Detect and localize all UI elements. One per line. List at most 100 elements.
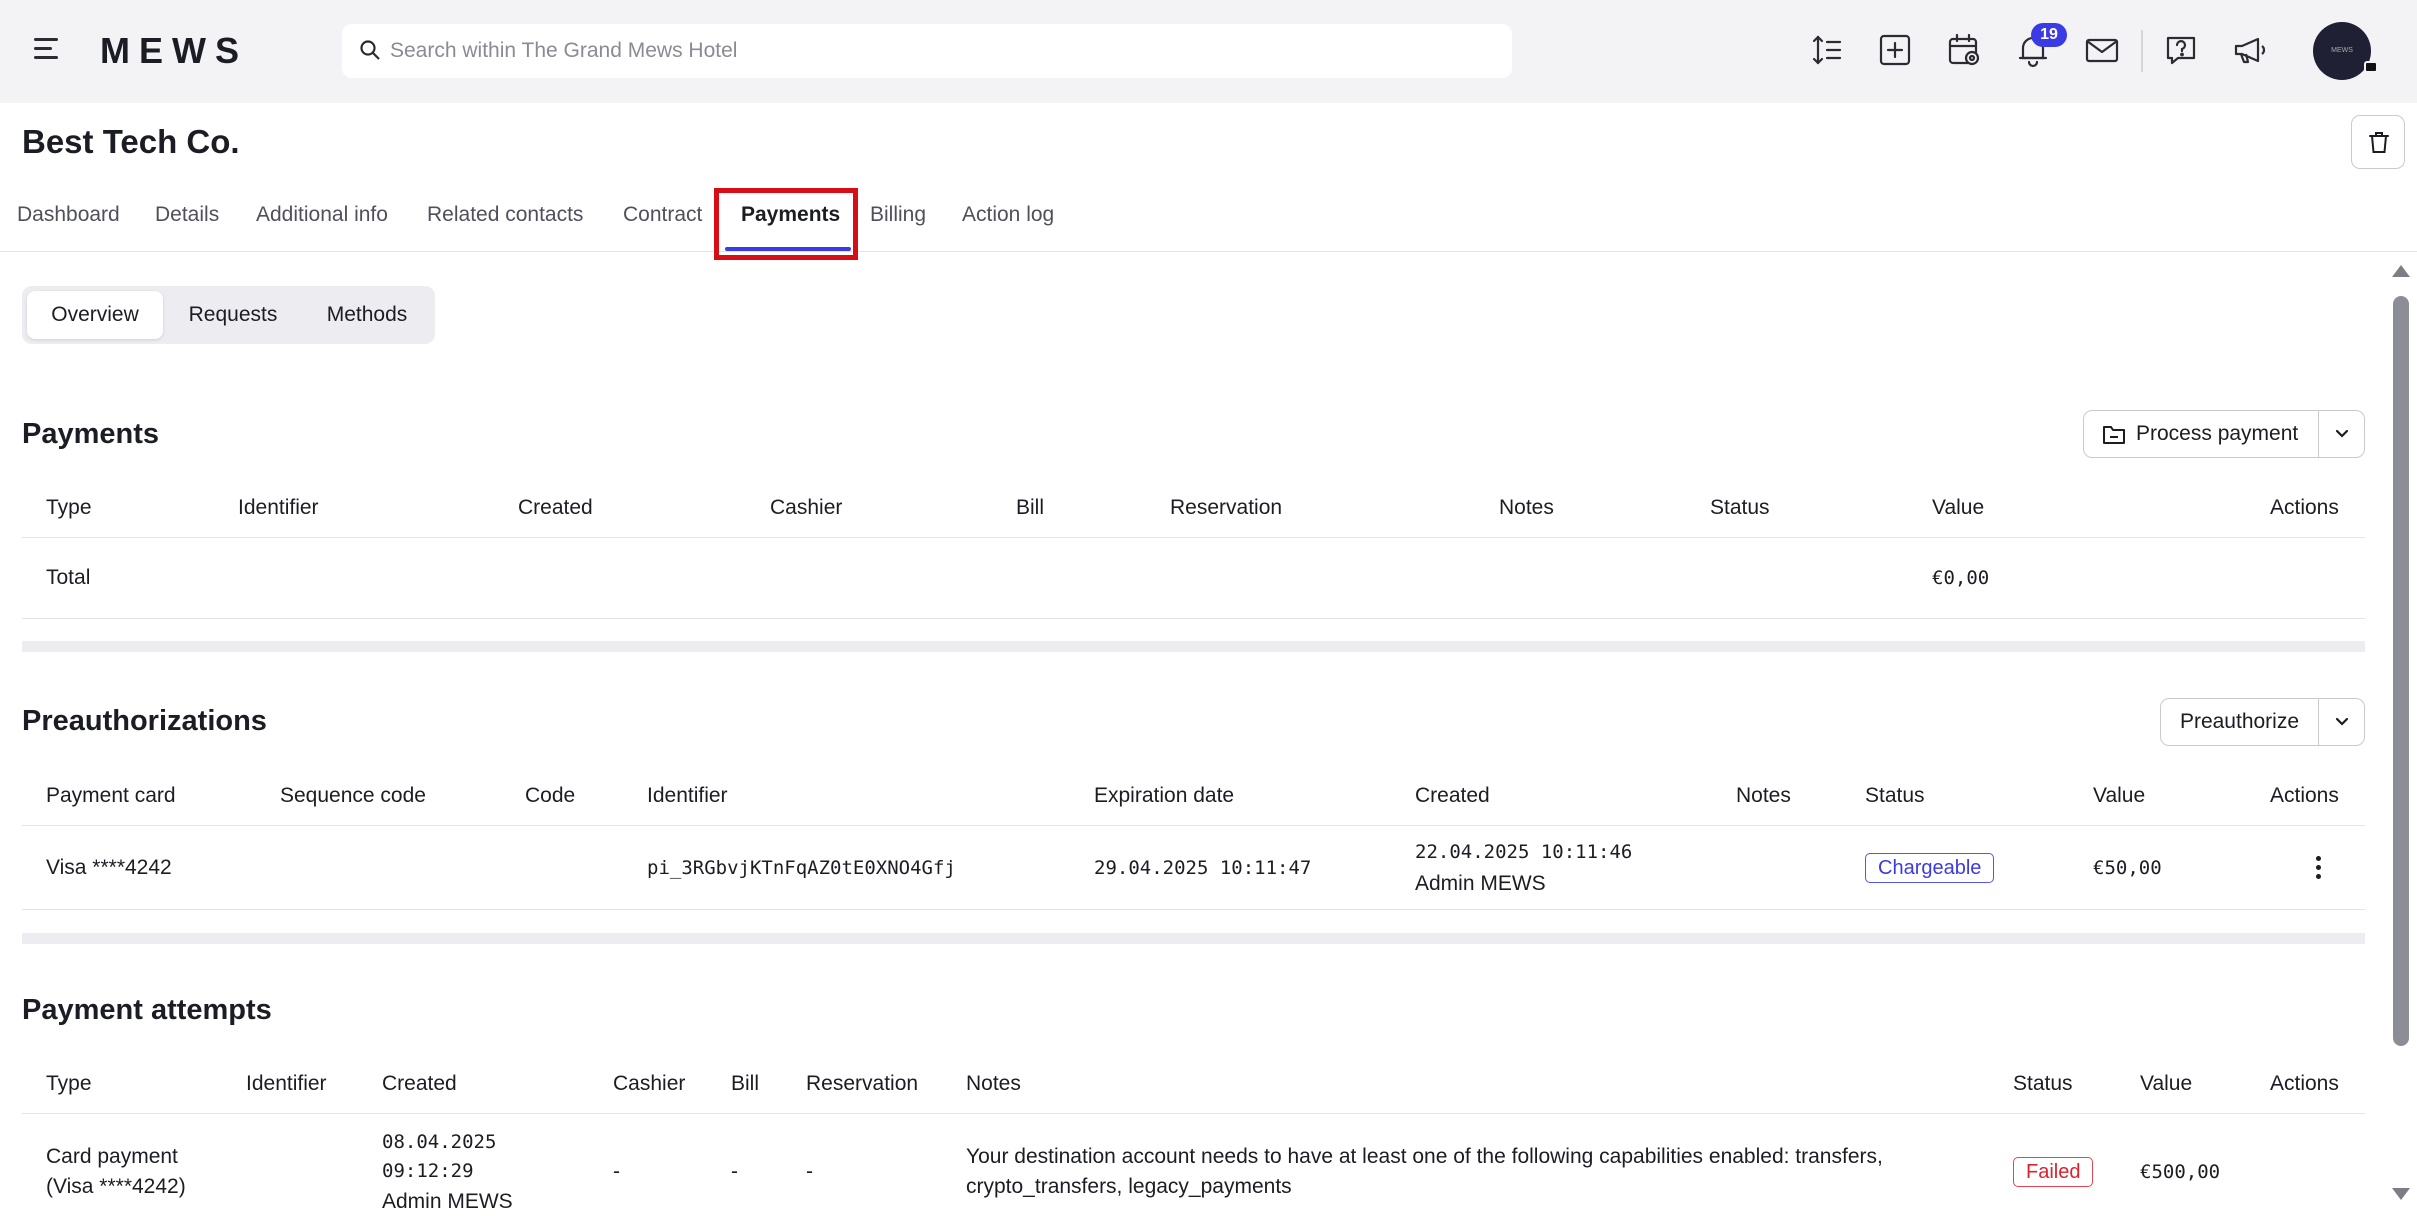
attempt-reservation: - — [806, 1160, 813, 1183]
column-header[interactable]: Notes — [966, 1072, 1021, 1096]
payment-attempts-section-title: Payment attempts — [22, 994, 272, 1026]
column-header: Actions — [2270, 1072, 2339, 1095]
column-header[interactable]: Status — [2013, 1072, 2073, 1096]
trash-icon — [2369, 132, 2389, 153]
column-header[interactable]: Type — [46, 496, 92, 520]
payments-subnav: Overview Requests Methods — [22, 286, 435, 344]
column-header[interactable]: Code — [525, 784, 575, 808]
preauth-created-date: 22.04.2025 10:11:46 — [1415, 841, 1633, 863]
attempt-created-time: 09:12:29 — [382, 1160, 474, 1182]
attempt-cashier: - — [613, 1160, 620, 1183]
column-header[interactable]: Created — [518, 496, 593, 520]
notifications-badge: 19 — [2031, 23, 2067, 47]
toolbar-divider — [2141, 30, 2143, 72]
column-header[interactable]: Status — [1710, 496, 1770, 520]
search-icon — [360, 40, 380, 60]
column-header[interactable]: Bill — [1016, 496, 1044, 520]
column-header[interactable]: Expiration date — [1094, 784, 1234, 808]
column-header[interactable]: Reservation — [1170, 496, 1282, 520]
column-header[interactable]: Type — [46, 1072, 92, 1096]
column-header[interactable]: Cashier — [770, 496, 842, 520]
tab-additional-info[interactable]: Additional info — [256, 203, 388, 227]
mail-icon[interactable] — [2083, 31, 2121, 69]
tab-action-log[interactable]: Action log — [962, 203, 1054, 227]
mews-logo[interactable]: MEWS — [100, 30, 248, 72]
scrollbar-thumb[interactable] — [2393, 296, 2409, 1046]
payment-folder-icon — [2103, 426, 2125, 444]
scroll-down-arrow-icon[interactable] — [2392, 1188, 2410, 1200]
tab-dashboard[interactable]: Dashboard — [17, 203, 120, 227]
avatar-status-dot — [2364, 61, 2378, 73]
column-header[interactable]: Notes — [1736, 784, 1791, 808]
attempt-value: €500,00 — [2140, 1161, 2221, 1183]
preauth-payment-card: Visa ****4242 — [46, 856, 172, 879]
process-payment-label: Process payment — [2136, 422, 2299, 445]
row-divider — [22, 825, 2365, 826]
scroll-up-arrow-icon[interactable] — [2392, 265, 2410, 277]
subtab-requests[interactable]: Requests — [165, 291, 301, 339]
row-actions-menu-icon[interactable] — [2306, 852, 2330, 886]
total-value: €0,00 — [1932, 567, 1990, 589]
column-header[interactable]: Identifier — [238, 496, 319, 520]
column-header[interactable]: Reservation — [806, 1072, 918, 1096]
page-title: Best Tech Co. — [22, 123, 240, 160]
preauthorize-dropdown[interactable] — [2319, 699, 2365, 745]
column-header[interactable]: Created — [382, 1072, 457, 1096]
attempt-notes-continued: crypto_transfers, legacy_payments — [966, 1175, 1292, 1198]
delete-button[interactable] — [2351, 115, 2405, 169]
preauth-identifier: pi_3RGbvjKTnFqAZ0tE0XNO4Gfj — [647, 857, 956, 879]
column-header: Actions — [2270, 496, 2339, 519]
column-header[interactable]: Notes — [1499, 496, 1554, 520]
subtab-overview[interactable]: Overview — [27, 291, 163, 339]
column-header: Actions — [2270, 784, 2339, 807]
active-tab-indicator — [725, 247, 851, 251]
row-divider — [22, 537, 2365, 538]
calendar-view-icon[interactable] — [1945, 31, 1983, 69]
row-divider — [22, 1113, 2365, 1114]
preauth-expiration-date: 29.04.2025 10:11:47 — [1094, 857, 1312, 879]
menu-toggle-icon[interactable] — [34, 38, 64, 66]
attempt-notes: Your destination account needs to have a… — [966, 1145, 1883, 1168]
row-divider — [22, 618, 2365, 619]
status-badge: Failed — [2013, 1157, 2094, 1187]
column-header[interactable]: Value — [1932, 496, 1984, 520]
tab-contract[interactable]: Contract — [623, 203, 702, 227]
column-header[interactable]: Value — [2140, 1072, 2192, 1096]
announcements-megaphone-icon[interactable] — [2231, 31, 2269, 69]
tab-related-contacts[interactable]: Related contacts — [427, 203, 583, 227]
column-header[interactable]: Status — [1865, 784, 1925, 808]
row-divider — [22, 909, 2365, 910]
preauthorize-button[interactable]: Preauthorize — [2161, 699, 2318, 745]
attempt-created-date: 08.04.2025 — [382, 1131, 497, 1153]
process-payment-split-button: Process payment — [2083, 410, 2365, 458]
search-input[interactable] — [390, 24, 1490, 78]
chevron-down-icon — [2335, 717, 2349, 726]
section-separator — [22, 641, 2365, 652]
top-bar: MEWS Search within The Grand Mews Hotel … — [0, 0, 2417, 103]
help-icon[interactable] — [2162, 31, 2200, 69]
subtab-methods[interactable]: Methods — [303, 291, 431, 339]
tab-details[interactable]: Details — [155, 203, 219, 227]
payments-section-title: Payments — [22, 418, 160, 450]
add-square-icon[interactable] — [1876, 31, 1914, 69]
column-header[interactable]: Sequence code — [280, 784, 426, 808]
column-header[interactable]: Identifier — [246, 1072, 327, 1096]
preauth-value: €50,00 — [2093, 857, 2162, 879]
process-payment-button[interactable]: Process payment — [2084, 411, 2318, 457]
user-avatar[interactable]: MEWS — [2313, 22, 2371, 80]
search-bar[interactable] — [342, 24, 1512, 78]
column-header[interactable]: Created — [1415, 784, 1490, 808]
sort-height-icon[interactable] — [1808, 31, 1846, 69]
column-header[interactable]: Payment card — [46, 784, 176, 808]
column-header[interactable]: Value — [2093, 784, 2145, 808]
preauth-created-by: Admin MEWS — [1415, 872, 1546, 895]
preauthorizations-section-title: Preauthorizations — [22, 705, 267, 737]
tab-payments[interactable]: Payments — [741, 203, 840, 227]
column-header[interactable]: Identifier — [647, 784, 728, 808]
section-separator — [22, 933, 2365, 944]
column-header[interactable]: Cashier — [613, 1072, 685, 1096]
process-payment-dropdown[interactable] — [2319, 411, 2365, 457]
column-header[interactable]: Bill — [731, 1072, 759, 1096]
tab-billing[interactable]: Billing — [870, 203, 926, 227]
status-badge: Chargeable — [1865, 853, 1995, 883]
